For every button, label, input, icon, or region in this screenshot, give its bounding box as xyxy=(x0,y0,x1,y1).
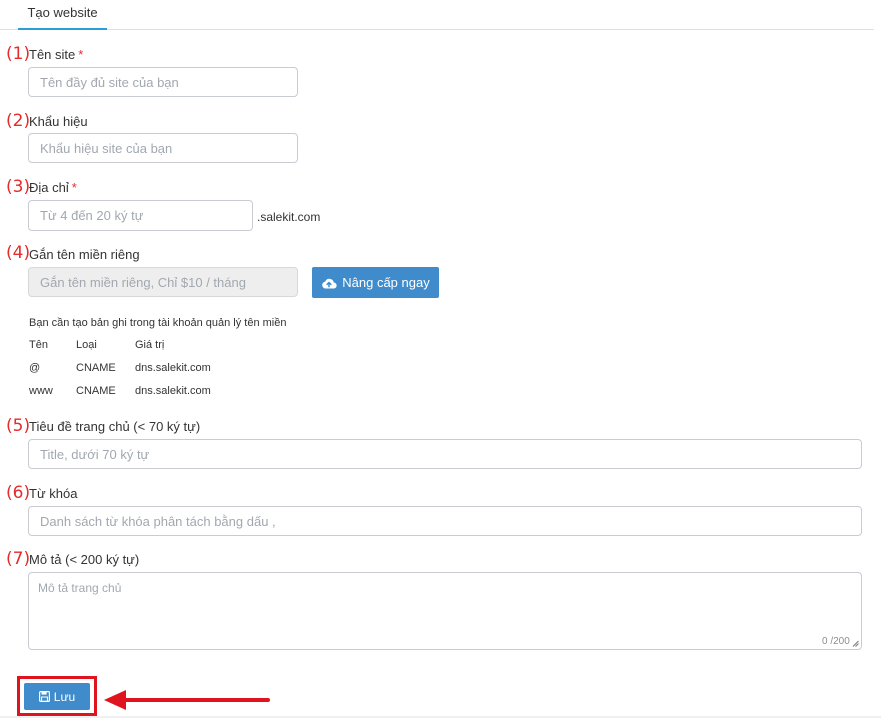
site-name-input[interactable] xyxy=(28,67,298,97)
cloud-upload-icon xyxy=(322,278,337,289)
annotation-number-6: (6) xyxy=(6,483,31,503)
slogan-input[interactable] xyxy=(28,133,298,163)
dns-note: Bạn cần tạo bản ghi trong tài khoản quản… xyxy=(29,317,287,329)
upgrade-now-button[interactable]: Nâng cấp ngay xyxy=(312,267,439,298)
dns-header-name: Tên xyxy=(29,339,48,351)
annotation-arrow-icon xyxy=(104,690,270,710)
dns-header-value: Giá trị xyxy=(135,339,165,351)
description-label: Mô tả (< 200 ký tự) xyxy=(29,552,140,567)
home-title-label: Tiêu đề trang chủ (< 70 ký tự) xyxy=(29,419,201,434)
site-name-label: Tên site * xyxy=(29,47,84,62)
annotation-number-5: (5) xyxy=(6,416,31,436)
tab-bar: Tạo website xyxy=(0,0,874,30)
annotation-number-4: (4) xyxy=(6,243,31,263)
address-input[interactable] xyxy=(28,200,253,231)
save-label: Lưu xyxy=(53,689,76,704)
custom-domain-label: Gắn tên miền riêng xyxy=(29,247,140,262)
custom-domain-input xyxy=(28,267,298,297)
keywords-label: Từ khóa xyxy=(29,486,78,501)
domain-suffix: .salekit.com xyxy=(257,210,321,224)
dns-row-2-value: dns.salekit.com xyxy=(135,385,211,397)
keywords-input[interactable] xyxy=(28,506,862,536)
dns-row-1-type: CNAME xyxy=(76,362,116,374)
dns-row-2-name: www xyxy=(29,385,53,397)
description-textarea[interactable] xyxy=(28,572,862,650)
home-title-input[interactable] xyxy=(28,439,862,469)
required-asterisk: * xyxy=(71,180,77,195)
floppy-disk-icon xyxy=(38,691,50,702)
slogan-label: Khẩu hiệu xyxy=(29,114,88,129)
tab-create-website[interactable]: Tạo website xyxy=(18,0,107,30)
upgrade-now-label: Nâng cấp ngay xyxy=(342,275,430,290)
address-label: Địa chỉ * xyxy=(29,180,77,195)
character-counter: 0 /200 xyxy=(822,636,850,647)
dns-row-1-name: @ xyxy=(29,362,41,374)
dns-row-2-type: CNAME xyxy=(76,385,116,397)
dns-row-1-value: dns.salekit.com xyxy=(135,362,211,374)
resize-grip-icon[interactable] xyxy=(852,640,859,647)
save-button[interactable]: Lưu xyxy=(24,683,90,710)
required-asterisk: * xyxy=(78,47,84,62)
dns-header-type: Loại xyxy=(76,339,97,351)
annotation-number-1: (1) xyxy=(6,44,31,64)
annotation-number-7: (7) xyxy=(6,549,31,569)
annotation-number-2: (2) xyxy=(6,111,31,131)
annotation-number-3: (3) xyxy=(6,177,31,197)
